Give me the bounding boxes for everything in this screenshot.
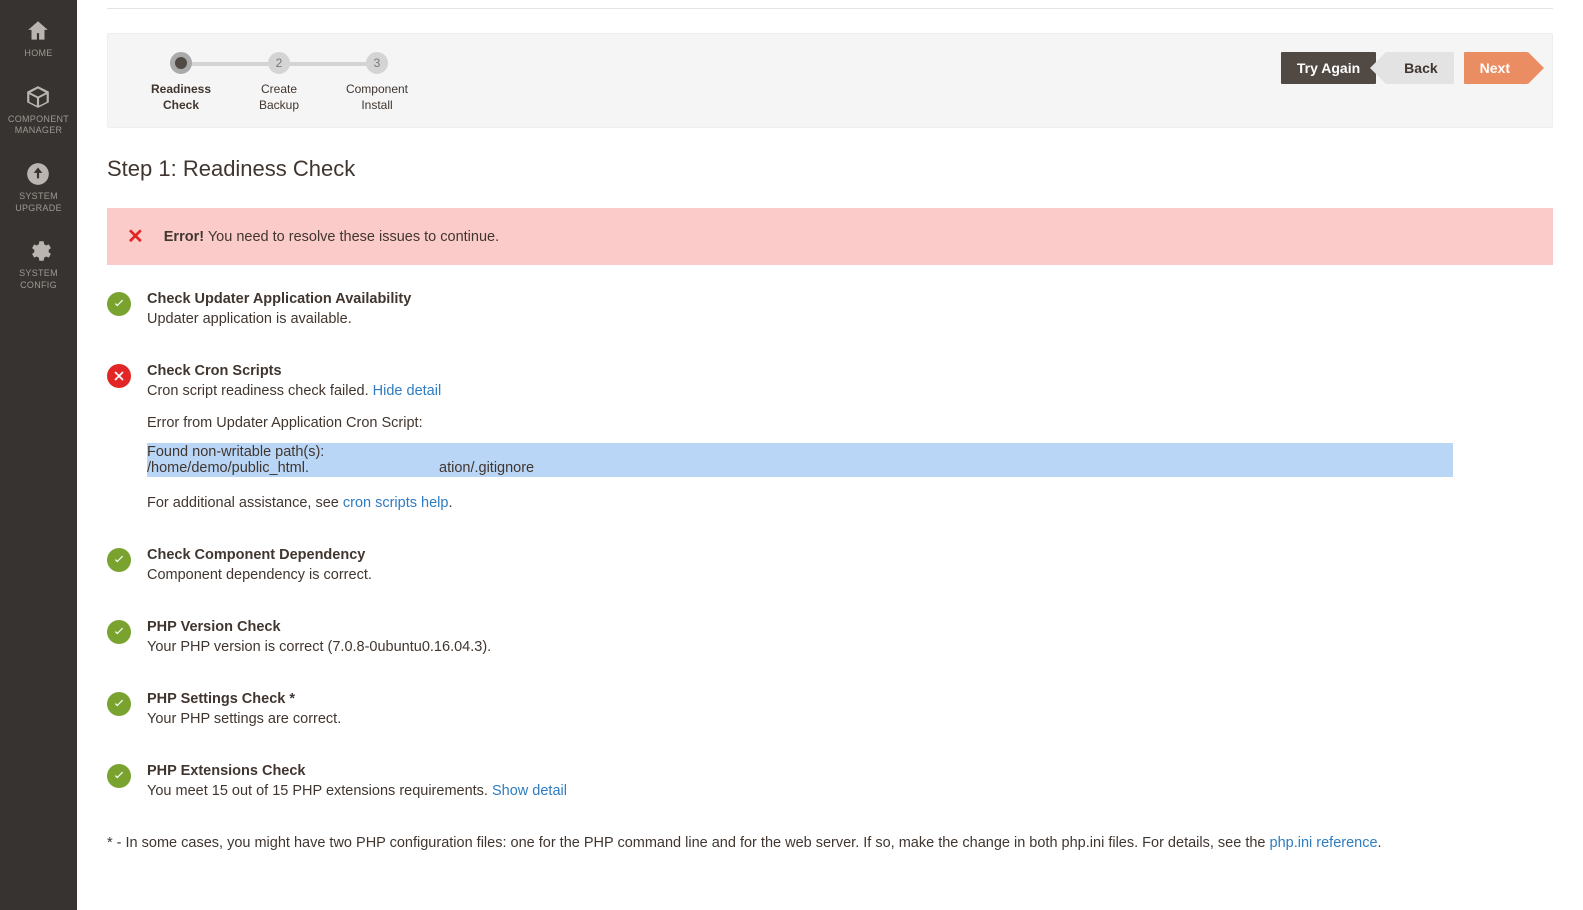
wizard-bar: 1 ReadinessCheck 2 CreateBackup 3 Compon… [107,33,1553,128]
step-dot-icon: 2 [268,52,290,74]
cron-error-heading: Error from Updater Application Cron Scri… [147,415,1553,431]
sidebar-item-label: SYSTEMCONFIG [19,268,58,291]
show-detail-link[interactable]: Show detail [492,783,567,799]
close-icon: ✕ [127,224,144,249]
wizard-step-1: 1 ReadinessCheck [132,52,230,113]
wizard-step-2: 2 CreateBackup [230,52,328,113]
hide-detail-link[interactable]: Hide detail [373,383,442,399]
main-content: 1 ReadinessCheck 2 CreateBackup 3 Compon… [77,0,1583,910]
sidebar-item-system-upgrade[interactable]: SYSTEMUPGRADE [15,161,62,214]
check-ok-icon [107,620,131,644]
home-icon [25,18,51,44]
sidebar-item-system-config[interactable]: SYSTEMCONFIG [19,238,58,291]
wizard-steps: 1 ReadinessCheck 2 CreateBackup 3 Compon… [132,52,426,113]
check-title: Check Cron Scripts [147,363,1553,379]
check-title: Check Component Dependency [147,547,1553,563]
sidebar-item-label: SYSTEMUPGRADE [15,191,62,214]
next-button[interactable]: Next [1464,52,1528,84]
check-row-dependency: Check Component Dependency Component dep… [107,547,1553,583]
check-row-cron: Check Cron Scripts Cron script readiness… [107,363,1553,511]
box-icon [25,84,51,110]
divider [107,8,1553,9]
check-row-php-version: PHP Version Check Your PHP version is co… [107,619,1553,655]
sidebar: HOME COMPONENTMANAGER SYSTEMUPGRADE SYST… [0,0,77,910]
step-dot-icon: 1 [170,52,192,74]
check-desc: Your PHP settings are correct. [147,711,1553,727]
check-row-php-settings: PHP Settings Check * Your PHP settings a… [107,691,1553,727]
php-ini-reference-link[interactable]: php.ini reference [1270,835,1378,851]
check-title: PHP Version Check [147,619,1553,635]
check-row-updater: Check Updater Application Availability U… [107,291,1553,327]
sidebar-item-label: COMPONENTMANAGER [8,114,69,137]
check-error-icon [107,364,131,388]
check-title: PHP Settings Check * [147,691,1553,707]
check-row-php-extensions: PHP Extensions Check You meet 15 out of … [107,763,1553,799]
footnote: * - In some cases, you might have two PH… [107,835,1553,851]
check-desc: Your PHP version is correct (7.0.8-0ubun… [147,639,1553,655]
sidebar-item-component-manager[interactable]: COMPONENTMANAGER [8,84,69,137]
check-desc: Component dependency is correct. [147,567,1553,583]
wizard-actions: Try Again Back Next [1281,52,1528,84]
cron-scripts-help-link[interactable]: cron scripts help [343,495,449,511]
step-label: CreateBackup [259,82,299,113]
check-title: Check Updater Application Availability [147,291,1553,307]
check-desc: Updater application is available. [147,311,1553,327]
assist-text: For additional assistance, see cron scri… [147,495,1553,511]
check-desc: You meet 15 out of 15 PHP extensions req… [147,783,1553,799]
page-title: Step 1: Readiness Check [107,156,1553,182]
gear-icon [26,238,52,264]
wizard-step-3: 3 ComponentInstall [328,52,426,113]
sidebar-item-home[interactable]: HOME [24,18,52,60]
upload-icon [25,161,51,187]
back-button[interactable]: Back [1386,52,1453,84]
sidebar-item-label: HOME [24,48,52,60]
check-ok-icon [107,548,131,572]
check-desc: Cron script readiness check failed. Hide… [147,383,1553,399]
alert-text: Error! You need to resolve these issues … [164,229,499,245]
check-ok-icon [107,292,131,316]
step-label: ReadinessCheck [151,82,211,113]
check-title: PHP Extensions Check [147,763,1553,779]
check-detail: Error from Updater Application Cron Scri… [147,415,1553,511]
step-label: ComponentInstall [346,82,408,113]
selected-text: Found non-writable path(s): /home/demo/p… [147,443,1453,477]
try-again-button[interactable]: Try Again [1281,52,1376,84]
step-dot-icon: 3 [366,52,388,74]
check-ok-icon [107,764,131,788]
error-alert: ✕ Error! You need to resolve these issue… [107,208,1553,265]
checks-list: Check Updater Application Availability U… [107,291,1553,799]
check-ok-icon [107,692,131,716]
